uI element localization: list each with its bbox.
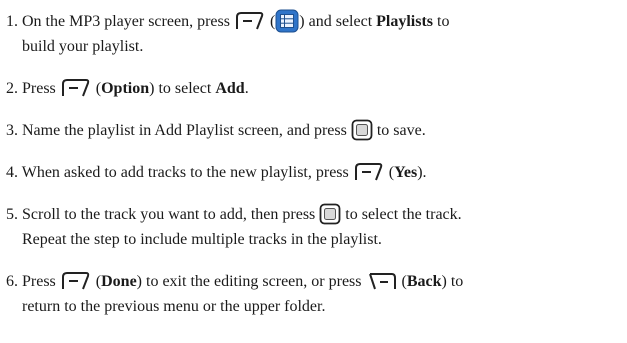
menu-list-icon [275, 9, 299, 33]
step-text: Press [22, 273, 56, 290]
step-text: On the MP3 player screen, press [22, 13, 230, 30]
step-number: 4. [6, 164, 18, 181]
step-text: . [244, 80, 249, 97]
step-text: to select the track. [345, 206, 462, 223]
step-text: ) to select [149, 80, 212, 97]
step-text: ). [417, 164, 427, 181]
step-text: Press [22, 80, 56, 97]
step-text-continued: build your playlist. [22, 38, 144, 56]
step-6: 6. Press (Done) to exit the editing scre… [6, 269, 621, 319]
step-text: Name the playlist in Add Playlist screen… [22, 122, 347, 139]
step-text: to [437, 13, 450, 30]
step-number: 6. [6, 273, 18, 290]
center-select-key-icon [351, 119, 373, 141]
step-number: 5. [6, 206, 18, 223]
step-number: 2. [6, 80, 18, 97]
step-text: ) to exit the editing screen, or press [136, 273, 362, 290]
center-select-key-icon [319, 203, 341, 225]
left-soft-key-icon [353, 161, 385, 183]
step-number: 3. [6, 122, 18, 139]
step-text: ) to [441, 273, 464, 290]
bold-term: Add [215, 80, 245, 97]
bold-term: Playlists [376, 13, 434, 30]
step-text: ) and select [299, 13, 373, 30]
step-number: 1. [6, 13, 18, 30]
step-4: 4. When asked to add tracks to the new p… [6, 160, 621, 185]
bold-term: Option [101, 80, 150, 97]
step-5: 5. Scroll to the track you want to add, … [6, 202, 621, 252]
step-text: to save. [376, 122, 426, 139]
step-text-continued: Repeat the step to include multiple trac… [22, 231, 382, 248]
bold-term: Done [101, 273, 137, 290]
bold-term: Back [406, 273, 442, 290]
step-text-continued: return to the previous menu or the upper… [22, 298, 326, 315]
left-soft-key-icon [234, 10, 266, 32]
step-2: 2. Press (Option) to select Add. [6, 76, 621, 101]
step-text: Scroll to the track you want to add, the… [22, 206, 316, 223]
back-key-icon [366, 270, 398, 292]
step-text: When asked to add tracks to the new play… [21, 164, 349, 181]
step-3: 3. Name the playlist in Add Playlist scr… [6, 118, 621, 143]
bold-term: Yes [394, 164, 418, 181]
instructions-document: 1. On the MP3 player screen, press ( ) a… [0, 0, 627, 343]
left-soft-key-icon [60, 270, 92, 292]
left-soft-key-icon [60, 77, 92, 99]
step-1: 1. On the MP3 player screen, press ( ) a… [6, 9, 621, 59]
